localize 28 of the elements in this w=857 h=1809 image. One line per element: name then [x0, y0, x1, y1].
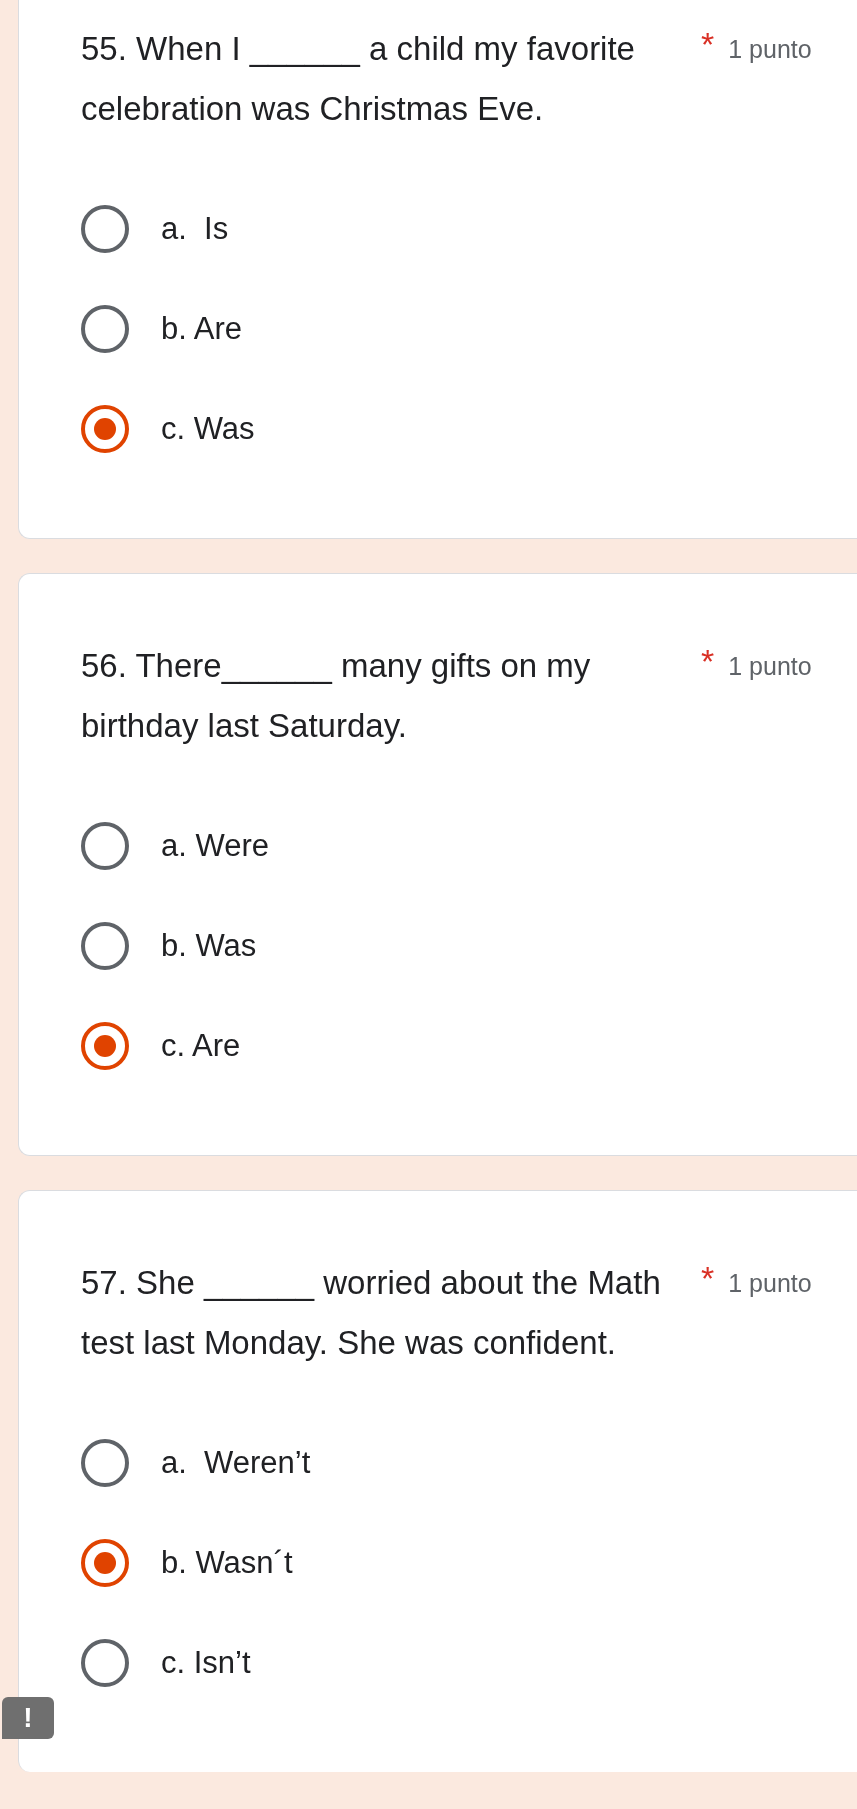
feedback-button[interactable]: !: [2, 1697, 54, 1739]
required-asterisk: *: [701, 24, 715, 65]
radio-button[interactable]: [81, 1539, 129, 1587]
option-label[interactable]: a. Is: [161, 211, 229, 247]
option-label[interactable]: b. Was: [161, 928, 257, 964]
option-label[interactable]: b. Wasn´t: [161, 1545, 293, 1581]
option-label[interactable]: b. Are: [161, 311, 242, 347]
option-label[interactable]: c. Isn’t: [161, 1645, 251, 1681]
radio-button[interactable]: [81, 822, 129, 870]
question-text: 55. When I ______ a child my favorite celebration was Christmas Eve.: [81, 29, 636, 129]
required-asterisk: *: [701, 1258, 715, 1299]
radio-button[interactable]: [81, 205, 129, 253]
radio-button[interactable]: [81, 1439, 129, 1487]
required-asterisk: *: [701, 641, 715, 682]
option-label[interactable]: a. Weren’t: [161, 1445, 311, 1481]
radio-button[interactable]: [81, 1022, 129, 1070]
points-label: 1 punto: [728, 651, 812, 682]
radio-button[interactable]: [81, 1639, 129, 1687]
points-label: 1 punto: [728, 1268, 812, 1299]
question-text: 56. There______ many gifts on my birthday last Saturday.: [81, 646, 592, 746]
radio-button[interactable]: [81, 305, 129, 353]
points-label: 1 punto: [728, 34, 812, 65]
radio-button[interactable]: [81, 922, 129, 970]
option-label[interactable]: c. Are: [161, 1028, 241, 1064]
option-label[interactable]: c. Was: [161, 411, 255, 447]
radio-button[interactable]: [81, 405, 129, 453]
question-text: 57. She ______ worried about the Math test last Monday. She was confident.: [81, 1263, 662, 1363]
option-label[interactable]: a. Were: [161, 828, 269, 864]
